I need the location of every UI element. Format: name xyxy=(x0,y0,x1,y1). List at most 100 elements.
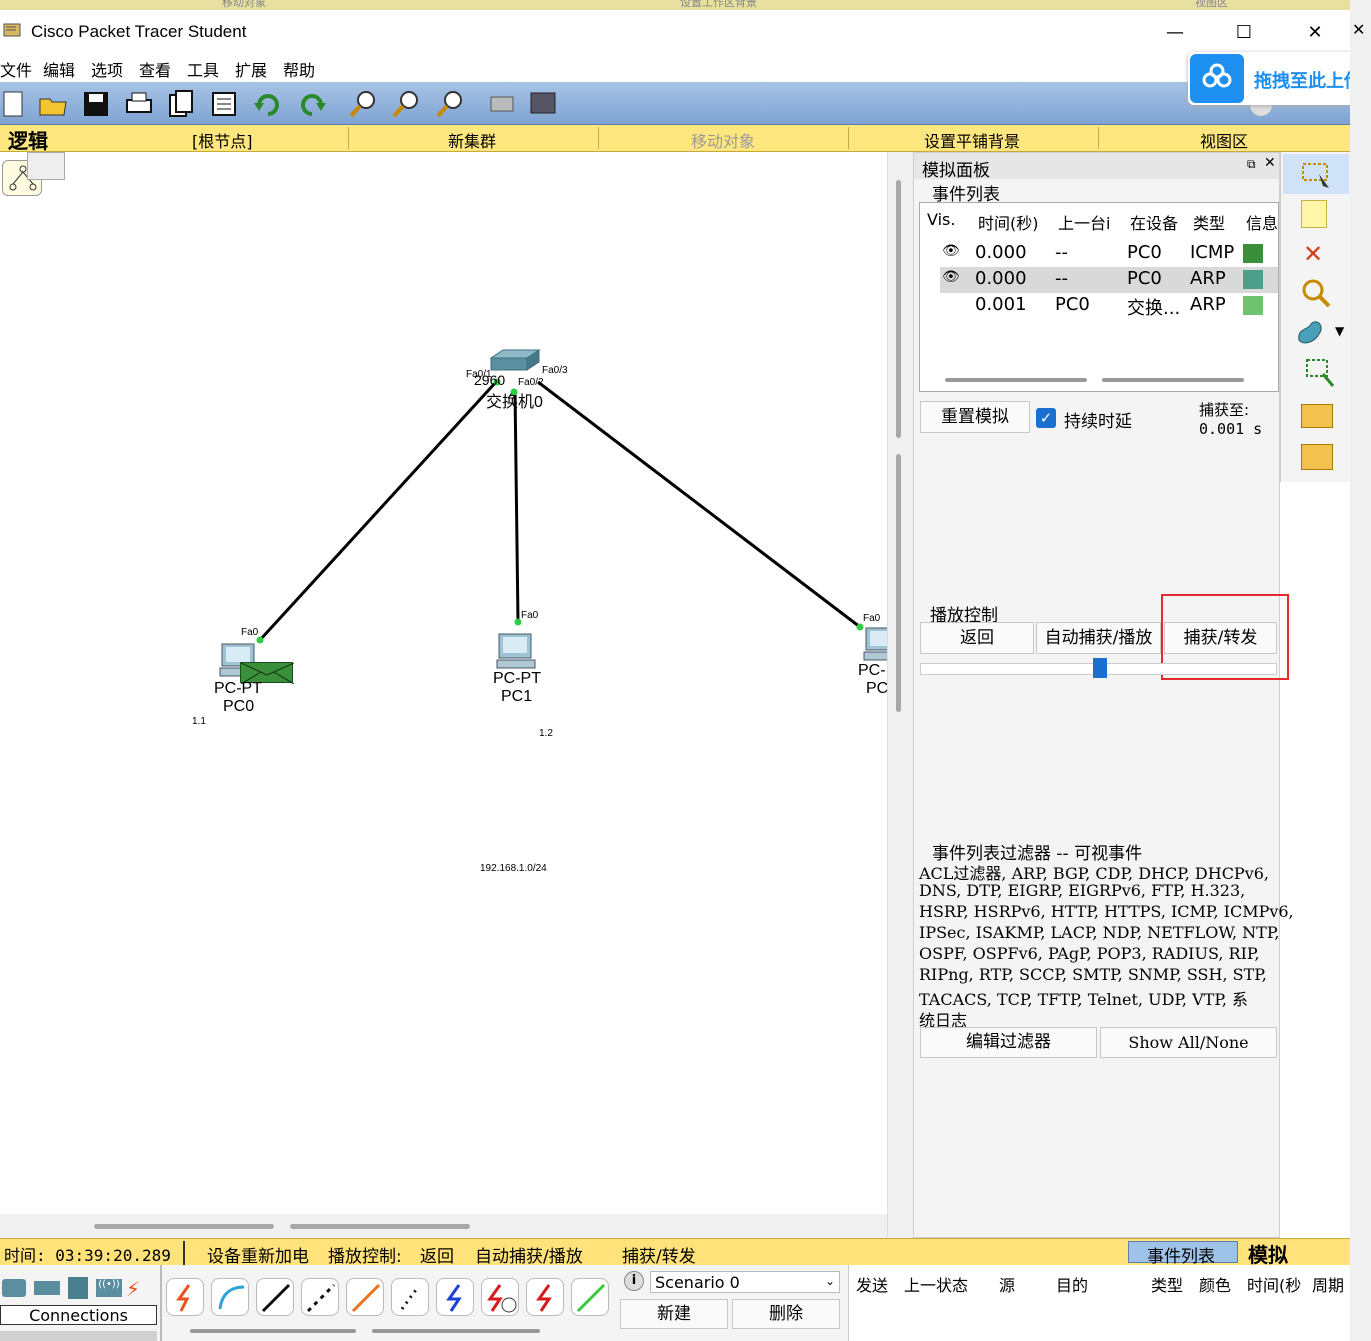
new-file-icon[interactable] xyxy=(0,89,30,119)
col-last-device[interactable]: 上一台i xyxy=(1058,210,1110,234)
root-node-button[interactable]: [根节点] xyxy=(192,128,253,152)
phone-cable-icon[interactable] xyxy=(391,1278,429,1316)
save-icon[interactable] xyxy=(81,89,111,119)
scroll-thumb[interactable] xyxy=(896,454,901,712)
col-time[interactable]: 时间(秒) xyxy=(978,210,1039,234)
logical-mode-label[interactable]: 逻辑 xyxy=(8,125,48,154)
device-dialog-icon[interactable] xyxy=(528,89,558,119)
power-cycle-button[interactable]: 设备重新加电 xyxy=(207,1242,309,1267)
canvas-vertical-scrollbar[interactable] xyxy=(887,152,913,1238)
menu-options[interactable]: 选项 xyxy=(91,57,123,81)
auto-capture-play-button[interactable]: 自动捕获/播放 xyxy=(1036,622,1161,654)
console-cable-icon[interactable] xyxy=(211,1278,249,1316)
col-info[interactable]: 信息 xyxy=(1246,210,1278,234)
menu-file[interactable]: 文件 xyxy=(0,57,32,81)
event-row[interactable]: 👁 0.000 -- PC0 ICMP xyxy=(920,241,1278,267)
float-panel-icon[interactable]: ⧉ xyxy=(1247,157,1256,172)
viewport-button[interactable]: 视图区 xyxy=(1200,128,1248,152)
auto-connection-icon[interactable] xyxy=(166,1278,204,1316)
constant-delay-checkbox[interactable]: ✓ xyxy=(1036,408,1056,428)
play-speed-slider[interactable] xyxy=(920,658,1277,678)
status-back-button[interactable]: 返回 xyxy=(420,1242,454,1267)
scroll-thumb[interactable] xyxy=(896,180,901,438)
scroll-thumb[interactable] xyxy=(372,1329,540,1333)
chevron-down-icon[interactable]: ▼ xyxy=(1335,324,1344,338)
new-scenario-button[interactable]: 新建 xyxy=(620,1299,728,1329)
switch-category-icon[interactable] xyxy=(34,1281,60,1295)
pdu-col-color[interactable]: 颜色 xyxy=(1199,1272,1231,1296)
serial-dte-cable-icon[interactable] xyxy=(526,1278,564,1316)
serial-dce-cable-icon[interactable] xyxy=(481,1278,519,1316)
crossover-cable-icon[interactable] xyxy=(301,1278,339,1316)
new-cluster-button[interactable]: 新集群 xyxy=(448,128,496,152)
add-simple-pdu-icon[interactable] xyxy=(1301,404,1333,428)
col-vis[interactable]: Vis. xyxy=(927,210,955,229)
palette-icon[interactable] xyxy=(487,89,517,119)
wireless-category-icon[interactable]: ((•)) xyxy=(96,1279,122,1297)
edit-filter-button[interactable]: 编辑过滤器 xyxy=(920,1027,1097,1058)
event-row[interactable]: 0.001 PC0 交换... ARP xyxy=(920,293,1278,319)
pdu-col-time[interactable]: 时间(秒 xyxy=(1247,1272,1301,1296)
logical-workspace[interactable]: Fa0/1 Fa0/2 Fa0/3 2960 交换机0 Fa0 PC-PT PC… xyxy=(0,152,888,1214)
menu-help[interactable]: 帮助 xyxy=(283,57,315,81)
add-complex-pdu-icon[interactable] xyxy=(1301,444,1333,470)
coaxial-cable-icon[interactable] xyxy=(436,1278,474,1316)
status-capture-forward-button[interactable]: 捕获/转发 xyxy=(622,1242,696,1267)
scenario-select[interactable]: Scenario 0 ⌄ xyxy=(650,1271,840,1293)
menu-edit[interactable]: 编辑 xyxy=(43,57,75,81)
close-button[interactable]: ✕ xyxy=(1295,18,1335,48)
set-tiled-background-button[interactable]: 设置平铺背景 xyxy=(924,128,1020,152)
scroll-thumb[interactable] xyxy=(290,1224,470,1229)
col-type[interactable]: 类型 xyxy=(1193,210,1225,234)
scroll-thumb[interactable] xyxy=(1102,378,1244,382)
fiber-cable-icon[interactable] xyxy=(346,1278,384,1316)
minimize-button[interactable]: — xyxy=(1155,18,1195,48)
cloud-upload-widget[interactable]: 拖拽至此上传 xyxy=(1188,52,1371,105)
select-tool-icon[interactable] xyxy=(1283,154,1349,194)
copy-icon[interactable] xyxy=(166,89,196,119)
simulation-mode-tab[interactable]: 模拟 xyxy=(1248,1239,1288,1268)
move-object-button[interactable]: 移动对象 xyxy=(691,128,755,152)
pdu-col-periodic[interactable]: 周期 xyxy=(1312,1272,1344,1296)
menu-extensions[interactable]: 扩展 xyxy=(235,57,267,81)
event-row-selected[interactable]: 👁 0.000 -- PC0 ARP xyxy=(940,267,1278,293)
menu-tools[interactable]: 工具 xyxy=(187,57,219,81)
zoom-in-icon[interactable] xyxy=(348,89,378,119)
open-folder-icon[interactable] xyxy=(38,89,68,119)
eye-icon[interactable]: 👁 xyxy=(942,269,960,285)
reset-simulation-button[interactable]: 重置模拟 xyxy=(920,401,1030,433)
inspect-tool-icon[interactable] xyxy=(1299,276,1333,310)
router-category-icon[interactable] xyxy=(2,1279,26,1297)
resize-tool-icon[interactable] xyxy=(1305,358,1335,388)
redo-icon[interactable] xyxy=(297,89,327,119)
zoom-reset-icon[interactable] xyxy=(391,89,421,119)
pdu-col-fire[interactable]: 发送 xyxy=(856,1272,888,1296)
eye-icon[interactable]: 👁 xyxy=(942,243,960,259)
connections-category-icon[interactable]: ⚡ xyxy=(126,1277,140,1301)
close-panel-icon[interactable]: ✕ xyxy=(1264,155,1276,171)
slider-handle[interactable] xyxy=(1093,658,1107,678)
switch-icon[interactable] xyxy=(489,348,541,374)
undo-icon[interactable] xyxy=(253,89,283,119)
delete-tool-icon[interactable]: ✕ xyxy=(1303,240,1323,268)
pdu-col-type[interactable]: 类型 xyxy=(1151,1272,1183,1296)
octal-cable-icon[interactable] xyxy=(571,1278,609,1316)
show-all-none-button[interactable]: Show All/None xyxy=(1100,1027,1277,1058)
pdu-col-last-status[interactable]: 上一状态 xyxy=(904,1272,968,1296)
pc1-computer-icon[interactable] xyxy=(495,632,537,670)
shape-tool-icon[interactable] xyxy=(1295,318,1327,346)
hub-category-icon[interactable] xyxy=(68,1277,88,1299)
menu-view[interactable]: 查看 xyxy=(139,57,171,81)
canvas-horizontal-scrollbar[interactable] xyxy=(0,1214,887,1238)
info-icon[interactable]: i xyxy=(624,1271,644,1291)
pc2-computer-icon[interactable] xyxy=(862,626,887,662)
note-tool-icon[interactable] xyxy=(1301,200,1327,228)
pdu-col-source[interactable]: 源 xyxy=(999,1272,1015,1296)
scroll-thumb[interactable] xyxy=(190,1329,356,1333)
print-icon[interactable] xyxy=(124,89,154,119)
pdu-col-destination[interactable]: 目的 xyxy=(1056,1272,1088,1296)
status-auto-capture-button[interactable]: 自动捕获/播放 xyxy=(475,1242,583,1267)
scroll-thumb[interactable] xyxy=(94,1224,274,1229)
col-at-device[interactable]: 在设备 xyxy=(1130,210,1178,234)
scroll-thumb[interactable] xyxy=(945,378,1087,382)
